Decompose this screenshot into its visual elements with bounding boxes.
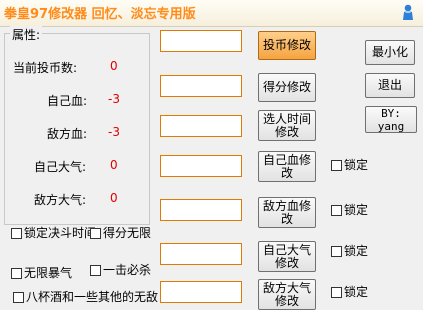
enemy-power-label: 敌方大气: [34,193,87,207]
enemy-hp-modify-button[interactable]: 敌方血修改 [258,197,316,228]
title-bar: 拳皇97修改器 回忆、淡忘专用版 [0,0,423,27]
infinite-rage-checkbox[interactable]: 无限暴气 [11,267,72,279]
my-hp-input[interactable] [160,155,242,177]
lock-enemy-power-checkbox[interactable]: 锁定 [331,286,368,298]
enemy-hp-input[interactable] [160,199,242,221]
enemy-power-modify-button[interactable]: 敌方大气修改 [258,279,316,310]
lock-timer-checkbox[interactable]: 锁定决斗时间 [11,227,99,239]
lock-my-hp-checkbox[interactable]: 锁定 [331,159,368,171]
my-power-modify-button[interactable]: 自己大气修改 [258,241,316,272]
coins-label: 当前投币数: [13,61,78,75]
coin-input[interactable] [160,30,242,52]
my-power-label: 自己大气: [34,160,87,174]
infinite-score-checkbox[interactable]: 得分无限 [90,227,155,239]
score-input[interactable] [160,75,242,97]
coin-modify-button[interactable]: 投币修改 [258,31,316,60]
coins-value: 0 [110,59,118,73]
minimize-button[interactable]: 最小化 [365,40,415,65]
my-hp-modify-button[interactable]: 自己血修改 [258,151,316,182]
my-power-value: 0 [110,158,118,172]
one-hit-kill-checkbox[interactable]: 一击必杀 [90,264,155,276]
lock-enemy-hp-checkbox[interactable]: 锁定 [331,204,368,216]
time-modify-button[interactable]: 选人时间修改 [258,110,316,141]
exit-button[interactable]: 退出 [365,73,415,98]
invincible-checkbox[interactable]: 八杯酒和一些其他的无敌 [13,291,166,303]
time-input[interactable] [160,115,242,137]
lock-my-power-checkbox[interactable]: 锁定 [331,245,368,257]
enemy-power-value: 0 [110,191,118,205]
enemy-hp-label: 敌方血: [47,127,88,141]
score-modify-button[interactable]: 得分修改 [258,73,316,102]
my-hp-value: -3 [108,92,120,106]
my-power-input[interactable] [160,243,242,265]
window-title: 拳皇97修改器 回忆、淡忘专用版 [4,7,196,22]
my-hp-label: 自己血: [47,94,88,108]
enemy-power-input[interactable] [160,281,242,303]
enemy-hp-value: -3 [108,125,120,139]
attributes-group-label: 属性: [10,26,43,43]
author-button[interactable]: BY: yang [365,106,417,133]
figure-icon[interactable] [401,4,415,21]
